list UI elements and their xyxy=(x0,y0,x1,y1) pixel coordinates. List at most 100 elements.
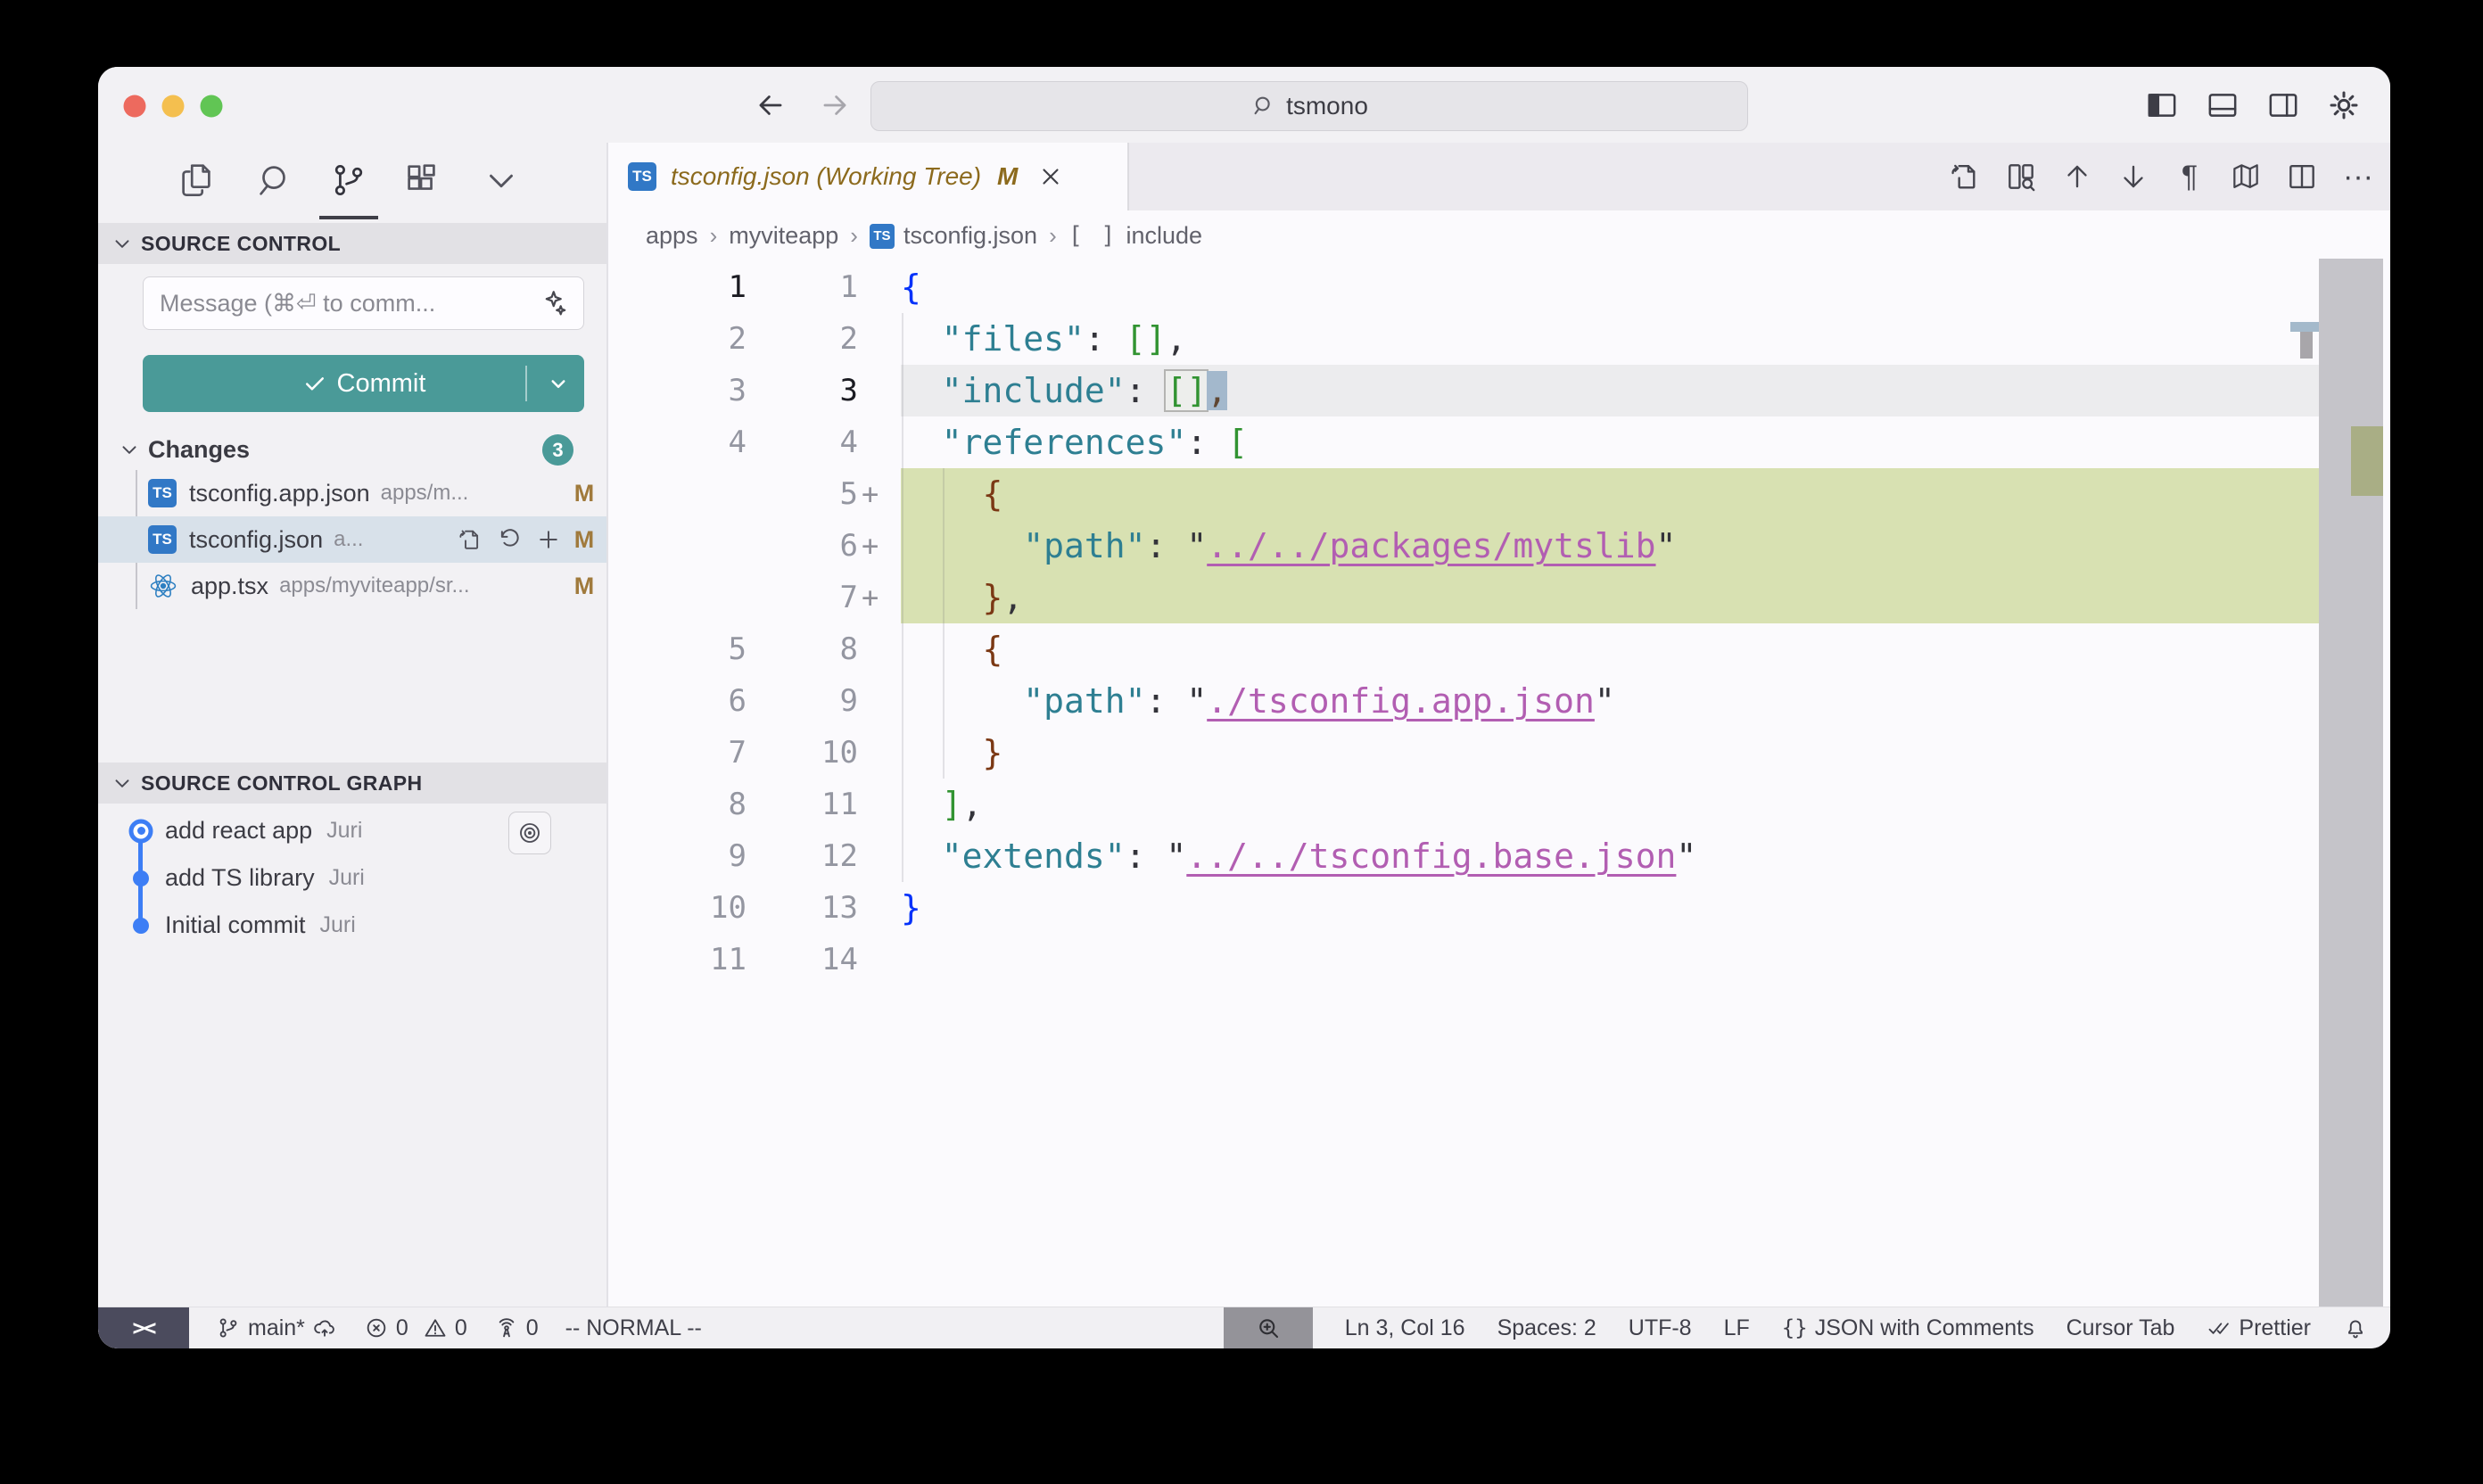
navigate-forward-icon[interactable] xyxy=(818,88,852,122)
old-line-number[interactable]: 7 xyxy=(608,727,747,779)
new-line-number[interactable]: 5 xyxy=(747,468,858,520)
language-mode-status[interactable]: {} JSON with Comments xyxy=(1782,1315,2034,1341)
layout-sidebar-right-icon[interactable] xyxy=(2265,87,2301,123)
problems-status[interactable]: 0 0 xyxy=(364,1315,467,1341)
code-line[interactable]: 8 11 ], xyxy=(608,779,2390,830)
old-line-number[interactable]: 2 xyxy=(608,313,747,365)
breadcrumb-item[interactable]: myviteapp xyxy=(729,222,838,250)
old-line-number[interactable] xyxy=(608,520,747,572)
open-file-icon[interactable] xyxy=(1947,159,1983,194)
cursor-position-status[interactable]: Ln 3, Col 16 xyxy=(1345,1315,1465,1341)
layout-panel-icon[interactable] xyxy=(2205,87,2240,123)
new-line-number[interactable]: 10 xyxy=(747,727,858,779)
new-line-number[interactable]: 12 xyxy=(747,830,858,882)
next-change-icon[interactable] xyxy=(2116,159,2151,194)
old-line-number[interactable]: 8 xyxy=(608,779,747,830)
commit-row[interactable]: add react app Juri xyxy=(98,807,606,854)
changed-file-row[interactable]: app.tsx apps/myviteapp/sr... M xyxy=(98,563,606,609)
new-line-number[interactable]: 9 xyxy=(747,675,858,727)
branch-status[interactable]: main* xyxy=(216,1315,337,1341)
close-window-button[interactable] xyxy=(124,95,146,118)
new-line-number[interactable]: 2 xyxy=(747,313,858,365)
minimize-window-button[interactable] xyxy=(162,95,185,118)
whitespace-icon[interactable]: ¶ xyxy=(2172,159,2207,194)
changes-section-header[interactable]: Changes 3 xyxy=(98,433,606,466)
old-line-number[interactable]: 4 xyxy=(608,416,747,468)
previous-change-icon[interactable] xyxy=(2059,159,2095,194)
new-line-number[interactable]: 6 xyxy=(747,520,858,572)
code-line-text[interactable]: { xyxy=(901,623,2319,675)
encoding-status[interactable]: UTF-8 xyxy=(1629,1315,1692,1341)
split-editor-icon[interactable] xyxy=(2284,159,2320,194)
breadcrumb-item[interactable]: apps xyxy=(646,222,698,250)
code-line[interactable]: 9 12 "extends": "../../tsconfig.base.jso… xyxy=(608,830,2390,882)
activity-source-control-icon[interactable] xyxy=(327,159,370,202)
close-tab-button[interactable] xyxy=(1037,163,1064,190)
commit-button[interactable]: Commit xyxy=(143,355,584,412)
activity-explorer-icon[interactable] xyxy=(175,159,218,202)
code-line[interactable]: 4 4 "references": [ xyxy=(608,416,2390,468)
notifications-button[interactable] xyxy=(2343,1315,2368,1340)
code-line[interactable]: 3 3 "include": [], xyxy=(608,365,2390,416)
commit-row[interactable]: add TS library Juri xyxy=(98,854,606,902)
more-actions-icon[interactable]: ··· xyxy=(2340,159,2376,194)
new-line-number[interactable]: 8 xyxy=(747,623,858,675)
old-line-number[interactable]: 11 xyxy=(608,934,747,985)
open-changes-icon[interactable] xyxy=(2003,159,2039,194)
breadcrumb-item[interactable]: TStsconfig.json xyxy=(870,222,1037,250)
navigate-back-icon[interactable] xyxy=(754,88,788,122)
activity-more-icon[interactable] xyxy=(480,159,523,202)
remote-indicator[interactable]: >< xyxy=(98,1307,189,1348)
old-line-number[interactable] xyxy=(608,572,747,623)
activity-extensions-icon[interactable] xyxy=(400,159,443,202)
stage-icon[interactable] xyxy=(535,526,562,553)
old-line-number[interactable]: 5 xyxy=(608,623,747,675)
new-line-number[interactable]: 7 xyxy=(747,572,858,623)
old-line-number[interactable]: 1 xyxy=(608,261,747,313)
formatter-status[interactable]: Prettier xyxy=(2207,1315,2311,1341)
commit-dropdown-button[interactable] xyxy=(545,370,572,397)
breadcrumb-item[interactable]: [ ]include xyxy=(1068,222,1202,250)
code-line[interactable]: 2 2 "files": [], xyxy=(608,313,2390,365)
new-line-number[interactable]: 14 xyxy=(747,934,858,985)
source-control-graph-header[interactable]: SOURCE CONTROL GRAPH xyxy=(98,763,606,804)
cursor-tab-status[interactable]: Cursor Tab xyxy=(2066,1315,2175,1341)
code-line-text[interactable]: } xyxy=(901,882,2319,934)
code-line[interactable]: 5 + { xyxy=(608,468,2390,520)
new-line-number[interactable]: 3 xyxy=(747,365,858,416)
old-line-number[interactable]: 10 xyxy=(608,882,747,934)
zoom-window-button[interactable] xyxy=(201,95,223,118)
vim-mode-indicator[interactable]: -- NORMAL -- xyxy=(565,1315,702,1341)
old-line-number[interactable] xyxy=(608,468,747,520)
code-line-text[interactable]: ], xyxy=(901,779,2319,830)
old-line-number[interactable]: 6 xyxy=(608,675,747,727)
code-line[interactable]: 7 10 } xyxy=(608,727,2390,779)
changed-file-row[interactable]: TStsconfig.app.json apps/m... M xyxy=(98,470,606,516)
layout-sidebar-icon[interactable] xyxy=(2144,87,2180,123)
code-line-text[interactable]: }, xyxy=(901,572,2319,623)
tab-tsconfig-json-working-tree[interactable]: TS tsconfig.json (Working Tree) M xyxy=(608,143,1129,210)
commit-message-input[interactable] xyxy=(143,276,584,330)
changed-file-row[interactable]: TStsconfig.json a... M xyxy=(98,516,606,563)
code-line[interactable]: 6 9 "path": "./tsconfig.app.json" xyxy=(608,675,2390,727)
code-line[interactable]: 10 13 } xyxy=(608,882,2390,934)
checkout-target-button[interactable] xyxy=(508,812,551,854)
source-control-header[interactable]: SOURCE CONTROL xyxy=(98,223,606,264)
indentation-status[interactable]: Spaces: 2 xyxy=(1497,1315,1596,1341)
code-line-text[interactable]: "path": "../../packages/mytslib" xyxy=(901,520,2319,572)
code-line[interactable]: 11 14 xyxy=(608,934,2390,985)
code-line-text[interactable]: "references": [ xyxy=(901,416,2319,468)
code-line-text[interactable]: "files": [], xyxy=(901,313,2319,365)
code-line-text[interactable]: "extends": "../../tsconfig.base.json" xyxy=(901,830,2319,882)
editor-scrollbar[interactable] xyxy=(2319,259,2383,1307)
code-line[interactable]: 5 8 { xyxy=(608,623,2390,675)
discard-icon[interactable] xyxy=(496,526,523,553)
code-line-text[interactable]: { xyxy=(901,468,2319,520)
new-line-number[interactable]: 1 xyxy=(747,261,858,313)
command-center-search[interactable]: tsmono xyxy=(870,81,1748,131)
code-line[interactable]: 7 + }, xyxy=(608,572,2390,623)
code-line-text[interactable]: { xyxy=(901,261,2319,313)
code-line[interactable]: 1 1 { xyxy=(608,261,2390,313)
new-line-number[interactable]: 4 xyxy=(747,416,858,468)
code-line-text[interactable]: "path": "./tsconfig.app.json" xyxy=(901,675,2319,727)
